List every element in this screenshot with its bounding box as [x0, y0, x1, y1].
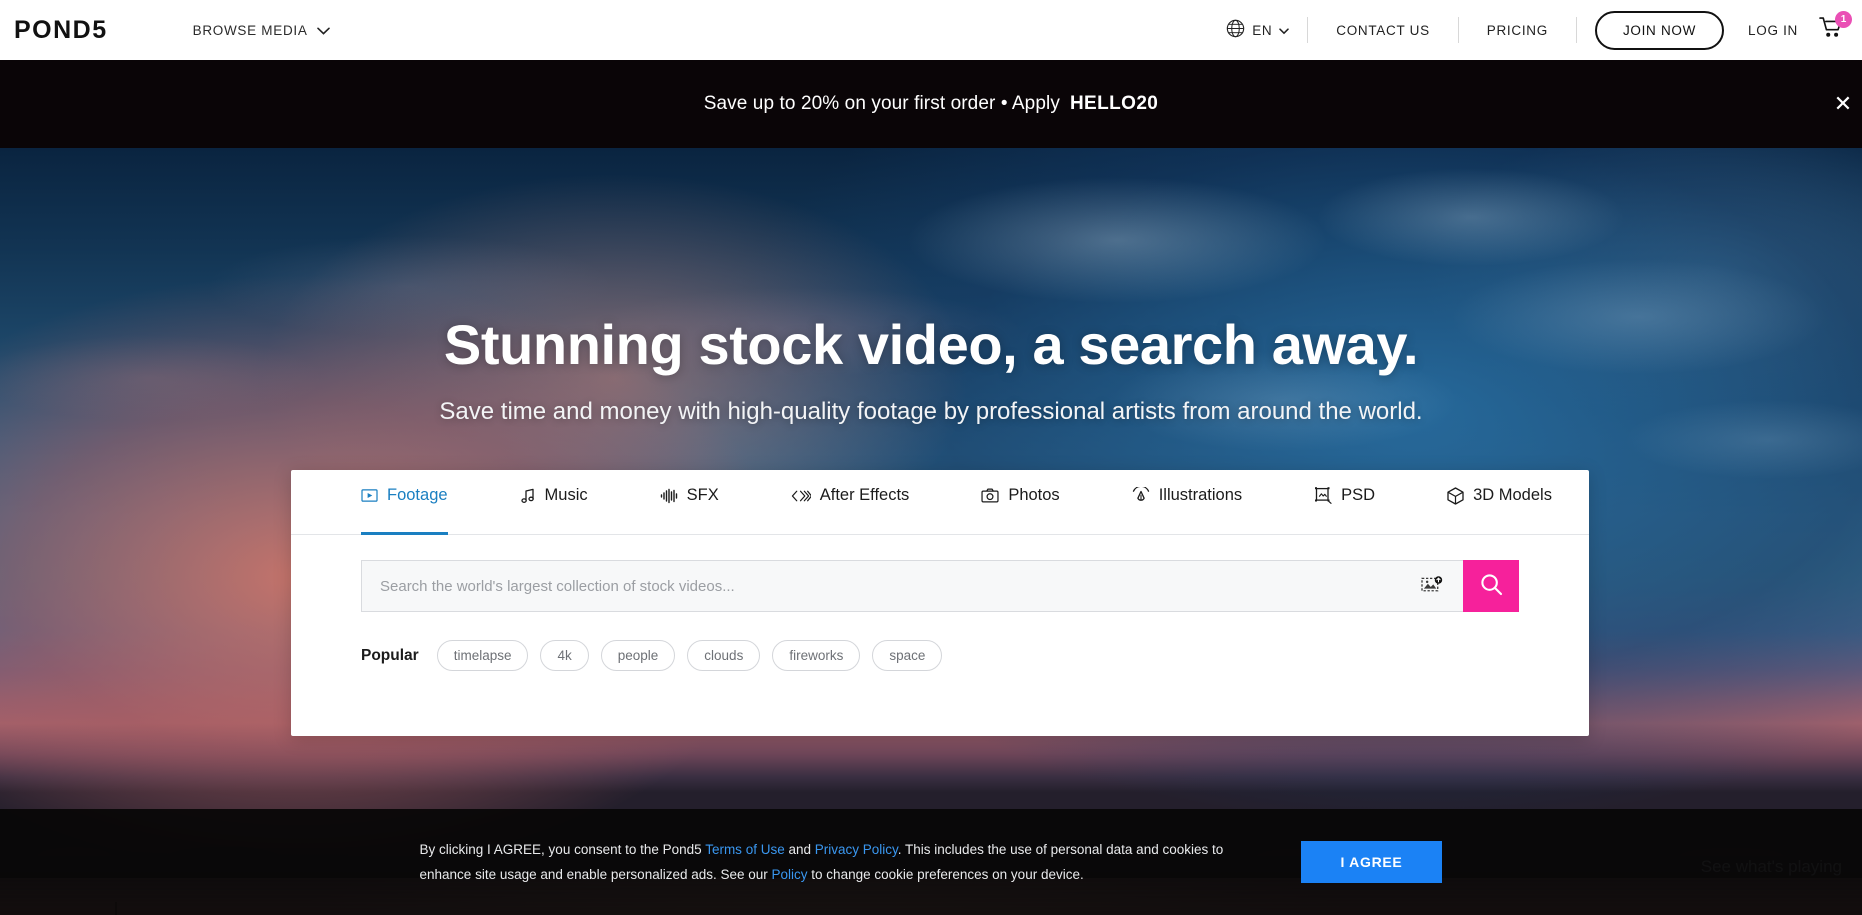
tab-sfx[interactable]: SFX — [660, 470, 719, 534]
chevron-down-icon — [1279, 23, 1289, 38]
tag-fireworks[interactable]: fireworks — [772, 640, 860, 671]
policy-link[interactable]: Policy — [772, 867, 808, 882]
camera-icon — [981, 488, 999, 503]
tag-4k[interactable]: 4k — [540, 640, 588, 671]
psd-layers-icon — [1314, 487, 1332, 504]
browse-media-menu[interactable]: BROWSE MEDIA — [193, 23, 330, 38]
tab-music[interactable]: Music — [520, 470, 588, 534]
tab-psd-label: PSD — [1341, 486, 1375, 505]
promo-code[interactable]: HELLO20 — [1070, 93, 1158, 114]
tag-clouds[interactable]: clouds — [687, 640, 760, 671]
cookie-consent-bar: By clicking I AGREE, you consent to the … — [0, 809, 1862, 915]
tab-illustrations[interactable]: Illustrations — [1132, 470, 1242, 534]
cookie-text-part4: to change cookie preferences on your dev… — [808, 867, 1084, 882]
language-label: EN — [1252, 23, 1272, 38]
waveform-icon — [660, 488, 678, 504]
magnifier-icon — [1479, 572, 1504, 600]
browse-media-label: BROWSE MEDIA — [193, 23, 308, 38]
cube-icon — [1447, 487, 1464, 505]
popular-label: Popular — [361, 647, 419, 665]
cart-button[interactable]: 1 — [1814, 13, 1848, 47]
cookie-text-part1: By clicking I AGREE, you consent to the … — [420, 842, 706, 857]
log-in-link[interactable]: LOG IN — [1734, 23, 1814, 38]
tab-3d-models[interactable]: 3D Models — [1447, 470, 1552, 534]
contact-us-link[interactable]: CONTACT US — [1308, 23, 1458, 38]
search-card: Footage Music — [291, 470, 1589, 736]
media-type-tabs: Footage Music — [291, 470, 1589, 535]
search-button[interactable] — [1463, 560, 1519, 612]
promo-message: Save up to 20% on your first order • App… — [704, 93, 1060, 114]
tab-photos-label: Photos — [1008, 486, 1059, 505]
tab-footage-label: Footage — [387, 486, 448, 505]
after-effects-icon — [791, 489, 811, 503]
i-agree-button[interactable]: I AGREE — [1301, 841, 1443, 883]
tab-music-label: Music — [545, 486, 588, 505]
join-now-button[interactable]: JOIN NOW — [1595, 11, 1724, 50]
terms-of-use-link[interactable]: Terms of Use — [705, 842, 785, 857]
cookie-text-part2: and — [785, 842, 815, 857]
illustration-pen-icon — [1132, 487, 1150, 504]
page-title: Stunning stock video, a search away. — [0, 312, 1862, 377]
video-play-icon — [361, 488, 378, 503]
music-note-icon — [520, 488, 536, 504]
site-header: POND5 BROWSE MEDIA EN — [0, 0, 1862, 60]
promo-message-group: Save up to 20% on your first order • App… — [704, 93, 1159, 115]
page-root: POND5 BROWSE MEDIA EN — [0, 0, 1862, 915]
search-input-wrapper — [361, 560, 1463, 612]
language-selector[interactable]: EN — [1208, 19, 1307, 41]
privacy-policy-link[interactable]: Privacy Policy — [815, 842, 898, 857]
search-input[interactable] — [380, 561, 1415, 611]
tab-psd[interactable]: PSD — [1314, 470, 1375, 534]
popular-tags-row: Popular timelapse 4k people clouds firew… — [361, 640, 1519, 671]
pricing-link[interactable]: PRICING — [1459, 23, 1576, 38]
cart-count-badge: 1 — [1835, 11, 1852, 28]
page-subtitle: Save time and money with high-quality fo… — [0, 398, 1862, 426]
tab-illustrations-label: Illustrations — [1159, 486, 1242, 505]
tag-people[interactable]: people — [601, 640, 676, 671]
cookie-consent-text: By clicking I AGREE, you consent to the … — [420, 837, 1265, 887]
tab-after-effects-label: After Effects — [820, 486, 910, 505]
tag-timelapse[interactable]: timelapse — [437, 640, 529, 671]
image-upload-search-icon[interactable] — [1415, 569, 1449, 603]
tab-footage[interactable]: Footage — [361, 470, 448, 534]
tab-sfx-label: SFX — [687, 486, 719, 505]
globe-icon — [1226, 19, 1245, 41]
tab-3d-models-label: 3D Models — [1473, 486, 1552, 505]
header-divider — [1576, 17, 1577, 43]
tab-after-effects[interactable]: After Effects — [791, 470, 910, 534]
tag-space[interactable]: space — [872, 640, 942, 671]
pond5-logo[interactable]: POND5 — [14, 16, 108, 45]
promo-banner: Save up to 20% on your first order • App… — [0, 60, 1862, 148]
chevron-down-icon — [317, 23, 330, 38]
tab-photos[interactable]: Photos — [981, 470, 1059, 534]
search-row — [361, 560, 1519, 612]
header-right-group: EN CONTACT US PRICING JOIN NOW LOG IN — [1208, 0, 1862, 60]
close-icon[interactable]: ✕ — [1830, 93, 1856, 115]
